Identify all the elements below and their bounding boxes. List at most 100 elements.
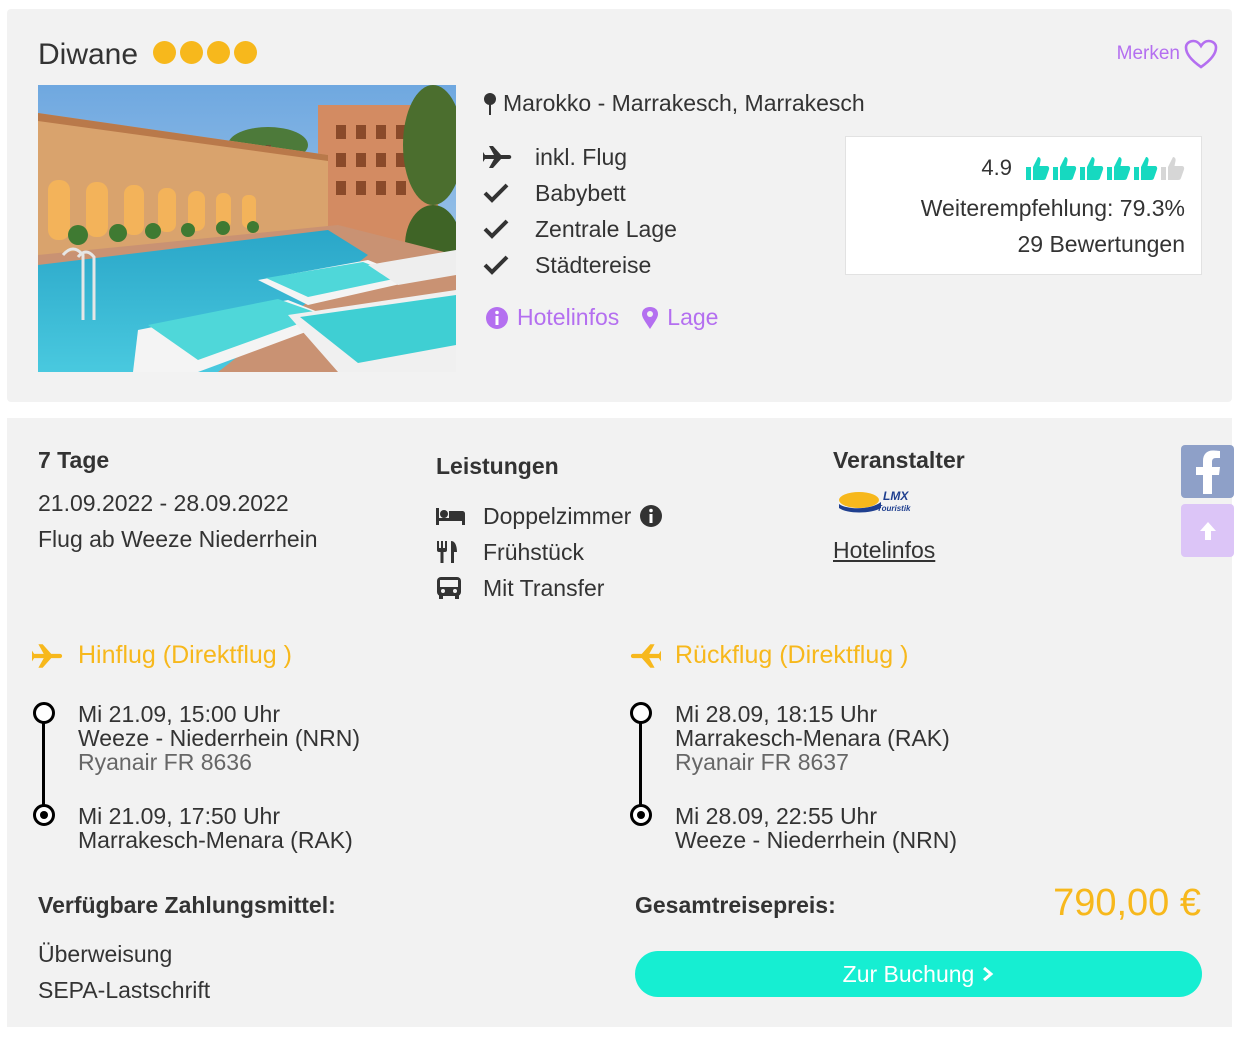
hotel-location: Marokko - Marrakesch, Marrakesch [483,90,865,117]
departure-dot [630,702,652,724]
leistung-label: Doppelzimmer [483,502,632,529]
lmx-logo: LMX Touristik [837,486,925,525]
hotel-links: Hotelinfos Lage [485,304,718,331]
feature-item: Babybett [483,175,677,211]
info-icon[interactable] [639,504,663,528]
hinflug-arr-airport: Marrakesch-Menara (RAK) [78,827,353,853]
chevron-right-icon [983,966,994,982]
leistungen-title: Leistungen [436,453,559,479]
review-count: 29 Bewertungen [1017,231,1185,257]
hotelinfos-link[interactable]: Hotelinfos [485,304,619,331]
leistung-label: Mit Transfer [483,574,605,601]
booking-label: Zur Buchung [842,960,975,987]
leistung-item: Doppelzimmer [436,498,663,534]
booking-button[interactable]: Zur Buchung [635,951,1202,997]
bus-icon [437,577,461,599]
rating-score: 4.9 [981,155,1012,180]
scroll-top-button[interactable] [1181,504,1234,557]
rueckflug-title-text: Rückflug (Direktflug ) [675,641,909,669]
facebook-share-button[interactable] [1181,445,1234,498]
check-icon [483,255,509,275]
hinflug-title-text: Hinflug (Direktflug ) [78,641,292,669]
rating-thumbs [1024,155,1185,181]
rueckflug-departure: Mi 28.09, 18:15 Uhr Marrakesch-Menara (R… [675,702,950,774]
hinflug-dep-airport: Weeze - Niederrhein (NRN) [78,725,361,751]
hinflug-dep-time: Mi 21.09, 15:00 Uhr [78,701,281,727]
feature-label: Babybett [535,179,626,206]
location-text: Marokko - Marrakesch, Marrakesch [503,90,865,116]
rueckflug-dep-airport: Marrakesch-Menara (RAK) [675,725,950,751]
rueckflug-airline: Ryanair FR 8637 [675,749,849,775]
payment-title: Verfügbare Zahlungsmittel: [38,892,336,918]
rueckflug-timeline [639,721,642,815]
hinflug-airline: Ryanair FR 8636 [78,749,252,775]
arrow-up-icon [1199,521,1216,540]
recommendation-text: Weiterempfehlung: 79.3% [920,195,1185,221]
cutlery-icon [437,541,457,563]
hotel-name[interactable]: Diwane [38,38,138,72]
feature-label: inkl. Flug [535,143,628,170]
veranstalter-hotelinfos-link[interactable]: Hotelinfos [833,537,935,564]
rueckflug-title: Rückflug (Direktflug ) [629,641,908,670]
hinflug-departure: Mi 21.09, 15:00 Uhr Weeze - Niederrhein … [78,702,360,774]
total-price: 790,00 € [1053,882,1201,924]
thumb-up-icon [1080,157,1104,180]
thumb-up-icon [1026,157,1050,180]
leistung-item: Frühstück [436,534,663,570]
lage-link[interactable]: Lage [641,304,718,331]
leistung-label: Frühstück [483,538,584,565]
trip-departure: Flug ab Weeze Niederrhein [38,526,318,552]
svg-text:LMX: LMX [883,489,909,503]
rueckflug-arr-airport: Weeze - Niederrhein (NRN) [675,827,958,853]
merken-button[interactable]: Merken [1117,39,1218,69]
hotel-card: Diwane Merken Marokko - Marrakesch, Marr… [7,9,1232,402]
hinflug-title: Hinflug (Direktflug ) [32,641,292,670]
leistungen-list: Doppelzimmer Frühstück Mit Transfer [436,498,663,606]
feature-list: inkl. Flug Babybett Zentrale Lage Städte… [483,139,677,283]
rueckflug-dep-time: Mi 28.09, 18:15 Uhr [675,701,878,727]
lage-label: Lage [667,304,719,330]
thumb-up-icon [1134,157,1158,180]
rueckflug-arrival: Mi 28.09, 22:55 Uhr Weeze - Niederrhein … [675,804,957,852]
arrival-dot [630,804,652,826]
hotel-image[interactable] [38,85,456,372]
arrival-dot [33,804,55,826]
feature-item: inkl. Flug [483,139,677,175]
thumb-up-icon [1107,157,1131,180]
check-icon [483,183,509,203]
pin-icon [484,92,496,115]
rueckflug-arr-time: Mi 28.09, 22:55 Uhr [675,803,878,829]
thumb-up-icon [1053,157,1077,180]
svg-text:Touristik: Touristik [877,504,911,513]
thumb-up-empty-icon [1161,157,1185,180]
rating-box[interactable]: 4.9 Weiterempfehlung: 79.3% 29 Bewertung… [845,136,1202,275]
price-label: Gesamtreisepreis: [635,892,836,918]
info-icon [486,306,508,329]
facebook-icon [1195,450,1220,494]
feature-label: Städtereise [535,251,652,278]
veranstalter-title: Veranstalter [833,447,965,473]
hinflug-arr-time: Mi 21.09, 17:50 Uhr [78,803,281,829]
feature-label: Zentrale Lage [535,215,677,242]
star-icon [234,41,257,64]
payment-method: Überweisung [38,941,173,967]
feature-item: Städtereise [483,247,677,283]
merken-label: Merken [1116,43,1180,64]
hotelinfos-label: Hotelinfos [517,304,620,330]
plane-return-icon [630,643,661,668]
offer-card: 7 Tage 21.09.2022 - 28.09.2022 Flug ab W… [7,418,1232,1027]
trip-duration: 7 Tage [38,447,110,473]
star-icon [153,41,176,64]
plane-icon [32,643,63,668]
map-pin-icon [642,306,659,329]
check-icon [483,219,509,239]
leistung-item: Mit Transfer [436,570,663,606]
star-icon [180,41,203,64]
hinflug-arrival: Mi 21.09, 17:50 Uhr Marrakesch-Menara (R… [78,804,353,852]
heart-icon [1184,39,1218,69]
plane-icon [483,146,512,168]
bed-icon [436,508,465,525]
star-icon [207,41,230,64]
feature-item: Zentrale Lage [483,211,677,247]
hotel-stars [153,41,257,64]
